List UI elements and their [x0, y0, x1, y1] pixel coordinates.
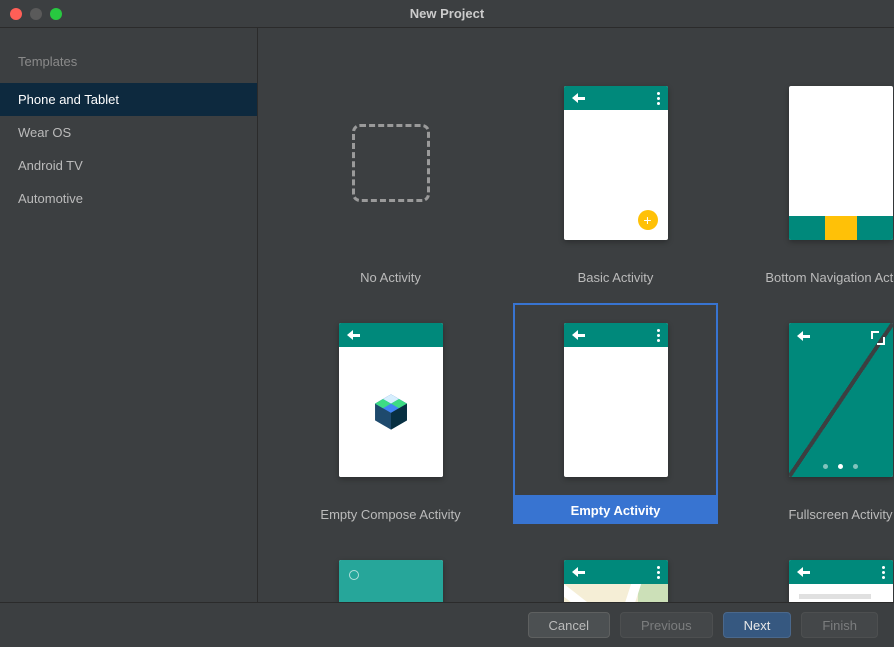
- fab-icon: [638, 210, 658, 230]
- minimize-window-icon[interactable]: [30, 8, 42, 20]
- thumb-wrapper: [738, 303, 894, 497]
- template-label: Basic Activity: [513, 260, 718, 289]
- template-label: Fullscreen Activity: [738, 497, 894, 526]
- template-label: No Activity: [288, 260, 493, 289]
- fullscreen-thumb: [789, 323, 893, 477]
- thumb-wrapper: [738, 540, 894, 602]
- close-icon: [349, 570, 359, 580]
- sidebar-item-wear-os[interactable]: Wear OS: [0, 116, 257, 149]
- compose-thumb: [339, 323, 443, 477]
- sidebar-item-automotive[interactable]: Automotive: [0, 182, 257, 215]
- back-arrow-icon: [572, 330, 578, 340]
- back-arrow-icon: [797, 331, 803, 341]
- appbar: [564, 560, 668, 584]
- basic-activity-thumb: [564, 86, 668, 240]
- template-card-maps[interactable]: [513, 540, 718, 602]
- sidebar: Templates Phone and TabletWear OSAndroid…: [0, 28, 258, 602]
- back-arrow-icon: [572, 567, 578, 577]
- template-card-basic-activity[interactable]: Basic Activity: [513, 66, 718, 289]
- interstitial-ad-thumb: Interstitial Ad: [339, 560, 443, 602]
- maximize-window-icon[interactable]: [50, 8, 62, 20]
- overflow-icon: [882, 566, 885, 579]
- bottom-nav-bar: [789, 216, 893, 240]
- template-card-empty-activity[interactable]: Empty Activity: [513, 303, 718, 526]
- expand-icon: [871, 331, 885, 345]
- no-activity-thumb: [339, 86, 443, 240]
- thumb-wrapper: [513, 540, 718, 602]
- footer: Cancel Previous Next Finish: [0, 602, 894, 647]
- empty-activity-thumb: [564, 323, 668, 477]
- overflow-icon: [657, 92, 660, 105]
- appbar: [564, 323, 668, 347]
- template-card-list[interactable]: [738, 540, 894, 602]
- appbar: [339, 323, 443, 347]
- main-area: Templates Phone and TabletWear OSAndroid…: [0, 28, 894, 602]
- close-window-icon[interactable]: [10, 8, 22, 20]
- previous-button[interactable]: Previous: [620, 612, 713, 638]
- template-card-bottom-navigation-activity[interactable]: Bottom Navigation Activity: [738, 66, 894, 289]
- list-detail-thumb: [789, 560, 893, 602]
- finish-button[interactable]: Finish: [801, 612, 878, 638]
- template-card-fullscreen-activity[interactable]: Fullscreen Activity: [738, 303, 894, 526]
- template-card-empty-compose-activity[interactable]: Empty Compose Activity: [288, 303, 493, 526]
- sidebar-item-android-tv[interactable]: Android TV: [0, 149, 257, 182]
- maps-thumb: [564, 560, 668, 602]
- appbar: [789, 560, 893, 584]
- sidebar-item-phone-and-tablet[interactable]: Phone and Tablet: [0, 83, 257, 116]
- traffic-lights: [10, 8, 62, 20]
- thumb-wrapper: [288, 66, 493, 260]
- thumb-wrapper: Interstitial Ad: [288, 540, 493, 602]
- thumb-wrapper: [513, 303, 718, 497]
- thumb-wrapper: [288, 303, 493, 497]
- appbar: [564, 86, 668, 110]
- back-arrow-icon: [797, 567, 803, 577]
- back-arrow-icon: [572, 93, 578, 103]
- bottom-nav-thumb: [789, 86, 893, 240]
- back-arrow-icon: [347, 330, 353, 340]
- template-card-no-activity[interactable]: No Activity: [288, 66, 493, 289]
- window-title: New Project: [410, 6, 484, 21]
- template-card-interstitial-ad[interactable]: Interstitial AdInterstitial Ad: [288, 540, 493, 602]
- cancel-button[interactable]: Cancel: [528, 612, 610, 638]
- template-label: Empty Activity: [513, 497, 718, 524]
- pager-dots-icon: [789, 464, 893, 469]
- template-label: Bottom Navigation Activity: [738, 260, 894, 289]
- template-label: Empty Compose Activity: [288, 497, 493, 526]
- thumb-wrapper: [738, 66, 894, 260]
- template-gallery: No Activity Basic Activity Bottom Navigati…: [258, 28, 894, 602]
- jetpack-compose-icon: [370, 391, 412, 433]
- overflow-icon: [657, 566, 660, 579]
- thumb-wrapper: [513, 66, 718, 260]
- overflow-icon: [657, 329, 660, 342]
- next-button[interactable]: Next: [723, 612, 792, 638]
- sidebar-header: Templates: [0, 48, 257, 83]
- titlebar: New Project: [0, 0, 894, 28]
- dashed-rectangle-icon: [352, 124, 430, 202]
